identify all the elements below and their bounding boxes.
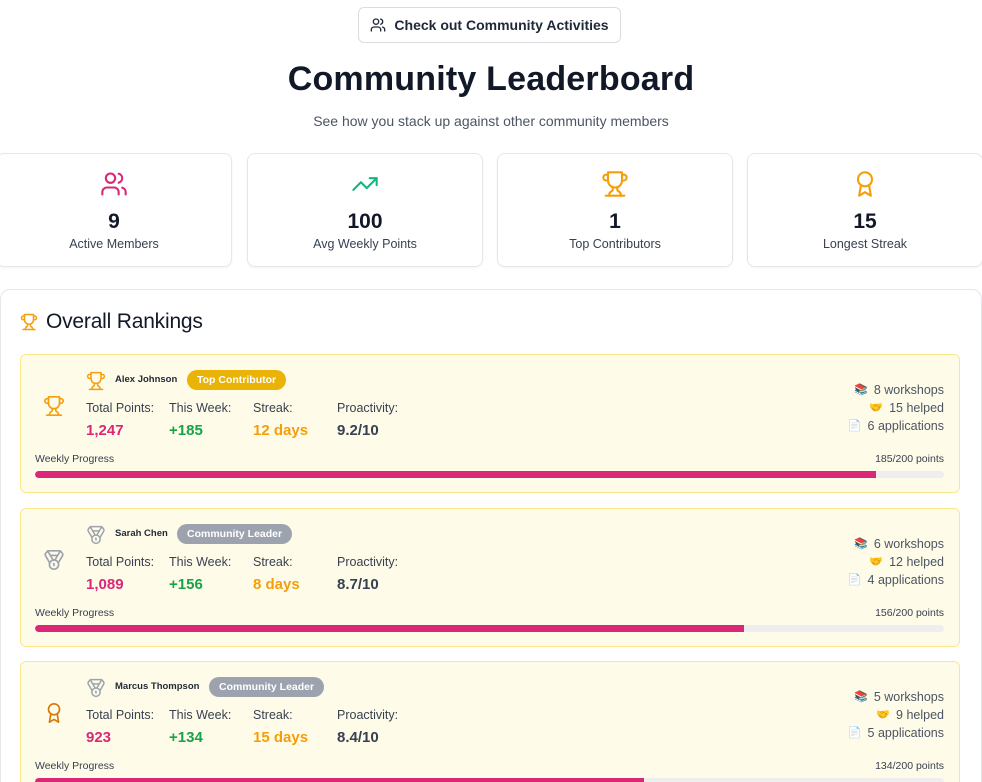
streak-label: Streak: bbox=[253, 555, 293, 569]
community-activities-label: Check out Community Activities bbox=[394, 17, 609, 33]
medal-icon bbox=[44, 550, 64, 570]
ranking-row[interactable]: Sarah Chen Community Leader Total Points… bbox=[20, 508, 960, 647]
books-icon: 📚 bbox=[854, 691, 868, 703]
streak-value: 15 days bbox=[253, 729, 309, 746]
status-badge: Top Contributor bbox=[187, 370, 287, 390]
handshake-icon: 🤝 bbox=[876, 709, 891, 721]
total-points-value: 1,247 bbox=[86, 422, 124, 439]
member-name: Sarah Chen bbox=[115, 528, 168, 539]
progress-fill bbox=[35, 625, 745, 632]
rankings-header: Overall Rankings bbox=[20, 310, 203, 334]
this-week-value: +156 bbox=[169, 576, 203, 593]
helped-count: 9 helped bbox=[896, 708, 944, 722]
stat-label: Top Contributors bbox=[569, 237, 661, 251]
streak-label: Streak: bbox=[253, 708, 293, 722]
this-week-value: +185 bbox=[169, 422, 203, 439]
stat-value: 100 bbox=[347, 210, 383, 233]
stat-card-top-contributors: 1 Top Contributors bbox=[497, 153, 733, 267]
trophy-icon bbox=[20, 313, 38, 331]
progress-bar bbox=[35, 625, 944, 632]
streak-value: 8 days bbox=[253, 576, 300, 593]
this-week-label: This Week: bbox=[169, 401, 232, 415]
handshake-icon: 🤝 bbox=[869, 556, 884, 568]
trophy-icon bbox=[86, 371, 106, 391]
total-points-value: 1,089 bbox=[86, 576, 124, 593]
document-icon: 📄 bbox=[847, 420, 862, 432]
proactivity-value: 9.2/10 bbox=[337, 422, 379, 439]
award-icon bbox=[47, 703, 61, 723]
medal-icon bbox=[87, 525, 105, 545]
proactivity-label: Proactivity: bbox=[337, 708, 399, 722]
stat-label: Longest Streak bbox=[822, 237, 908, 251]
status-badge: Community Leader bbox=[209, 677, 325, 697]
users-icon bbox=[101, 172, 127, 196]
progress-bar bbox=[35, 778, 944, 782]
member-name: Marcus Thompson bbox=[115, 681, 200, 692]
books-icon: 📚 bbox=[854, 384, 868, 396]
award-icon bbox=[856, 171, 874, 197]
handshake-icon: 🤝 bbox=[869, 402, 884, 414]
streak-label: Streak: bbox=[253, 401, 293, 415]
total-points-label: Total Points: bbox=[86, 708, 155, 722]
books-icon: 📚 bbox=[854, 538, 868, 550]
progress-bar bbox=[35, 471, 944, 478]
workshops-count: 8 workshops bbox=[873, 383, 944, 397]
helped-count: 12 helped bbox=[889, 555, 944, 569]
weekly-progress-value: 185/200 points bbox=[875, 453, 944, 465]
activity-summary: 📚 5 workshops 🤝 9 helped 📄 5 applications bbox=[848, 688, 944, 742]
activity-summary: 📚 8 workshops 🤝 15 helped 📄 6 applications bbox=[848, 381, 944, 435]
progress-fill bbox=[35, 471, 876, 478]
proactivity-label: Proactivity: bbox=[337, 401, 399, 415]
page-subtitle: See how you stack up against other commu… bbox=[313, 113, 669, 129]
stat-card-longest-streak: 15 Longest Streak bbox=[747, 153, 982, 267]
document-icon: 📄 bbox=[847, 727, 862, 739]
stat-label: Avg Weekly Points bbox=[313, 237, 417, 251]
weekly-progress-label: Weekly Progress bbox=[35, 453, 115, 465]
users-icon bbox=[371, 18, 386, 32]
trending-up-icon bbox=[352, 177, 378, 191]
proactivity-value: 8.7/10 bbox=[337, 576, 379, 593]
stat-value: 15 bbox=[853, 210, 877, 233]
total-points-label: Total Points: bbox=[86, 555, 155, 569]
helped-count: 15 helped bbox=[889, 401, 944, 415]
trophy-icon bbox=[602, 171, 628, 197]
ranking-row[interactable]: Marcus Thompson Community Leader Total P… bbox=[20, 661, 960, 782]
weekly-progress-label: Weekly Progress bbox=[35, 607, 115, 619]
proactivity-label: Proactivity: bbox=[337, 555, 399, 569]
total-points-value: 923 bbox=[86, 729, 112, 746]
trophy-icon bbox=[44, 396, 64, 416]
stat-value: 1 bbox=[609, 210, 621, 233]
activity-summary: 📚 6 workshops 🤝 12 helped 📄 4 applications bbox=[848, 535, 944, 589]
rankings-title: Overall Rankings bbox=[46, 310, 203, 333]
this-week-value: +134 bbox=[169, 729, 203, 746]
stat-label: Active Members bbox=[69, 237, 159, 251]
ranking-row[interactable]: Alex Johnson Top Contributor Total Point… bbox=[20, 354, 960, 493]
page-title: Community Leaderboard bbox=[287, 60, 695, 98]
status-badge: Community Leader bbox=[177, 524, 293, 544]
medal-icon bbox=[87, 678, 105, 698]
member-name: Alex Johnson bbox=[115, 374, 178, 385]
weekly-progress-value: 134/200 points bbox=[875, 760, 944, 772]
applications-count: 5 applications bbox=[867, 726, 944, 740]
community-activities-button[interactable]: Check out Community Activities bbox=[358, 7, 621, 43]
this-week-label: This Week: bbox=[169, 708, 232, 722]
workshops-count: 5 workshops bbox=[873, 690, 944, 704]
applications-count: 4 applications bbox=[867, 573, 944, 587]
stat-card-avg-weekly-points: 100 Avg Weekly Points bbox=[247, 153, 483, 267]
weekly-progress-label: Weekly Progress bbox=[35, 760, 115, 772]
stat-card-active-members: 9 Active Members bbox=[0, 153, 232, 267]
progress-fill bbox=[35, 778, 645, 782]
total-points-label: Total Points: bbox=[86, 401, 155, 415]
proactivity-value: 8.4/10 bbox=[337, 729, 379, 746]
document-icon: 📄 bbox=[847, 574, 862, 586]
applications-count: 6 applications bbox=[867, 419, 944, 433]
stat-value: 9 bbox=[108, 210, 120, 233]
workshops-count: 6 workshops bbox=[873, 537, 944, 551]
streak-value: 12 days bbox=[253, 422, 309, 439]
this-week-label: This Week: bbox=[169, 555, 232, 569]
weekly-progress-value: 156/200 points bbox=[875, 607, 944, 619]
